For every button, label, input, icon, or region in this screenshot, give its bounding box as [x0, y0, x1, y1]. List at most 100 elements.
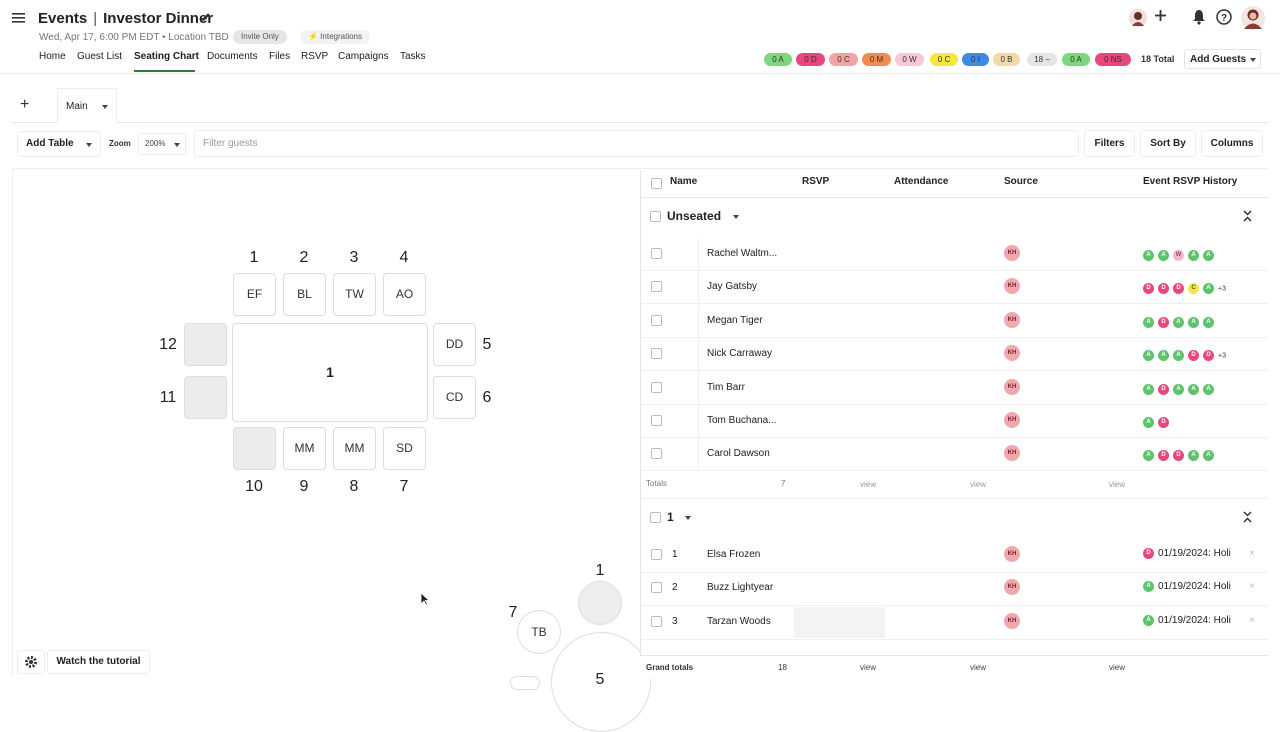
grand-source-view-link[interactable]: view [1109, 663, 1125, 672]
rsvp-history[interactable]: AAWAA [1143, 248, 1218, 262]
rsvp-history[interactable]: AD [1143, 415, 1173, 429]
seat[interactable]: TW [333, 273, 376, 316]
chevron-down-icon[interactable] [685, 516, 691, 520]
zoom-select[interactable]: 200% [138, 133, 186, 155]
seat[interactable]: BL [283, 273, 326, 316]
round-seat[interactable] [578, 581, 622, 625]
guest-name[interactable]: Tom Buchana... [707, 415, 776, 426]
nav-campaigns[interactable]: Campaigns [338, 51, 389, 62]
plus-icon[interactable] [1154, 9, 1167, 22]
edit-pencil-icon[interactable] [201, 12, 211, 22]
status-pill[interactable]: 0 W [895, 53, 924, 66]
table-1-group-title[interactable]: 1 [667, 510, 674, 524]
status-pill[interactable]: 0 M [862, 53, 891, 66]
status-pill[interactable]: 0 C [930, 53, 958, 66]
status-pill[interactable]: 0 A [1062, 53, 1090, 66]
guest-name[interactable]: Megan Tiger [707, 315, 763, 326]
columns-button[interactable]: Columns [1201, 130, 1263, 157]
col-rsvp[interactable]: RSVP [802, 176, 829, 187]
add-chart-tab-button[interactable]: + [20, 96, 29, 114]
nav-guest-list[interactable]: Guest List [77, 51, 122, 62]
row-checkbox[interactable] [651, 448, 662, 459]
chevron-down-icon[interactable] [733, 215, 739, 219]
status-pill[interactable]: 0 B [993, 53, 1020, 66]
rsvp-history[interactable]: D 01/19/2024: Holi [1143, 548, 1231, 559]
col-source[interactable]: Source [1004, 176, 1038, 187]
hamburger-menu-icon[interactable] [12, 11, 26, 25]
guest-name[interactable]: Tim Barr [707, 382, 745, 393]
seat[interactable] [184, 323, 227, 366]
unseated-group-checkbox[interactable] [650, 211, 661, 222]
guest-name[interactable]: Tarzan Woods [707, 616, 771, 627]
round-seat[interactable] [510, 676, 540, 690]
table-1-group-checkbox[interactable] [650, 512, 661, 523]
round-seat[interactable]: TB [517, 610, 561, 654]
row-checkbox[interactable] [651, 248, 662, 259]
table-1[interactable]: 1 [232, 323, 428, 422]
unseated-group-title[interactable]: Unseated [667, 209, 721, 223]
nav-home[interactable]: Home [39, 51, 66, 62]
seat[interactable] [184, 376, 227, 419]
nav-rsvp[interactable]: RSVP [301, 51, 328, 62]
remove-icon[interactable]: × [1249, 548, 1255, 559]
guest-name[interactable]: Carol Dawson [707, 448, 770, 459]
help-icon[interactable]: ? [1216, 9, 1232, 25]
col-name[interactable]: Name [670, 176, 697, 187]
grand-attendance-view-link[interactable]: view [970, 663, 986, 672]
row-checkbox[interactable] [651, 582, 662, 593]
rsvp-history[interactable]: ADAAA [1143, 315, 1218, 329]
col-attendance[interactable]: Attendance [894, 176, 948, 187]
seat[interactable]: MM [283, 427, 326, 470]
breadcrumb-events[interactable]: Events [38, 10, 87, 27]
rsvp-history[interactable]: A 01/19/2024: Holi [1143, 615, 1231, 626]
rsvp-cell[interactable] [794, 607, 885, 638]
nav-files[interactable]: Files [269, 51, 290, 62]
remove-icon[interactable]: × [1249, 615, 1255, 626]
status-pill[interactable]: 18 – [1027, 53, 1057, 66]
grand-rsvp-view-link[interactable]: view [860, 663, 876, 672]
collapse-icon[interactable] [1242, 511, 1253, 523]
guest-name[interactable]: Elsa Frozen [707, 549, 760, 560]
user-avatar-small-icon[interactable] [1129, 9, 1147, 27]
guest-name[interactable]: Rachel Waltm... [707, 248, 777, 259]
chevron-down-icon[interactable] [86, 143, 92, 147]
status-pill[interactable]: 0 D [796, 53, 825, 66]
seat[interactable]: MM [333, 427, 376, 470]
filter-guests-input[interactable]: Filter guests [194, 130, 1079, 157]
select-all-checkbox[interactable] [651, 178, 662, 189]
row-checkbox[interactable] [651, 382, 662, 393]
nav-seating-chart[interactable]: Seating Chart [134, 51, 199, 62]
seating-canvas[interactable] [12, 170, 639, 675]
chevron-down-icon[interactable] [102, 105, 109, 109]
row-checkbox[interactable] [651, 616, 662, 627]
guest-name[interactable]: Jay Gatsby [707, 281, 757, 292]
add-table-button[interactable]: Add Table [17, 131, 101, 157]
col-rsvp-history[interactable]: Event RSVP History [1143, 176, 1237, 187]
chevron-down-icon[interactable] [1250, 58, 1256, 62]
remove-icon[interactable]: × [1249, 581, 1255, 592]
rsvp-history[interactable]: A 01/19/2024: Holi [1143, 581, 1231, 592]
filters-button[interactable]: Filters [1084, 130, 1135, 157]
row-checkbox[interactable] [651, 281, 662, 292]
status-pill[interactable]: 0 NS [1095, 53, 1131, 66]
nav-documents[interactable]: Documents [207, 51, 258, 62]
seat[interactable]: DD [433, 323, 476, 366]
seat[interactable]: EF [233, 273, 276, 316]
totals-attendance-view-link[interactable]: view [970, 480, 986, 489]
seat[interactable]: CD [433, 376, 476, 419]
seat[interactable]: AO [383, 273, 426, 316]
add-guests-button[interactable]: Add Guests [1184, 49, 1261, 69]
status-pill[interactable]: 0 I [962, 53, 989, 66]
sort-by-button[interactable]: Sort By [1140, 130, 1196, 157]
row-checkbox[interactable] [651, 348, 662, 359]
rsvp-history[interactable]: A A A D D +3 [1143, 348, 1226, 362]
row-checkbox[interactable] [651, 415, 662, 426]
rsvp-history[interactable]: ADDAA [1143, 448, 1218, 462]
seat[interactable] [233, 427, 276, 470]
watch-tutorial-button[interactable]: Watch the tutorial [47, 650, 150, 674]
settings-gear-icon[interactable] [17, 650, 45, 674]
row-checkbox[interactable] [651, 549, 662, 560]
totals-rsvp-view-link[interactable]: view [860, 480, 876, 489]
profile-avatar[interactable] [1241, 6, 1265, 30]
nav-tasks[interactable]: Tasks [400, 51, 426, 62]
